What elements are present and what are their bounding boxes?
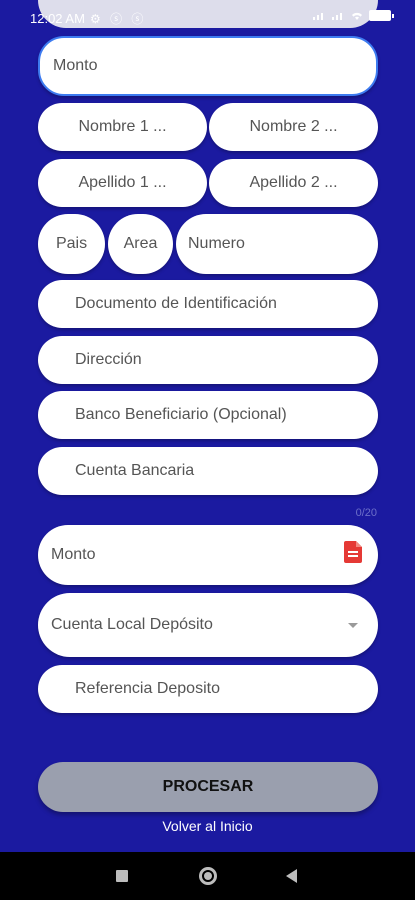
volver-inicio-link[interactable]: Volver al Inicio — [0, 818, 415, 834]
monto-top-input[interactable]: Monto — [38, 36, 378, 96]
apellido2-label: Apellido 2 ... — [249, 174, 338, 191]
system-nav-bar — [0, 852, 415, 900]
apellido1-input[interactable]: Apellido 1 ... — [38, 159, 207, 207]
pais-label: Pais — [55, 235, 88, 252]
area-input[interactable]: Area — [108, 214, 173, 274]
recents-icon[interactable] — [116, 870, 128, 882]
notification-icons: ⚙ ⓢ ⓢ — [90, 12, 147, 26]
nombre1-input[interactable]: Nombre 1 ... — [38, 103, 207, 151]
documento-label: Documento de Identificación — [75, 295, 277, 312]
home-icon[interactable] — [199, 867, 217, 885]
nombre2-input[interactable]: Nombre 2 ... — [209, 103, 378, 151]
wifi-icon — [352, 12, 362, 20]
battery-icon — [369, 10, 394, 21]
direccion-input[interactable]: Dirección — [38, 336, 378, 384]
monto-input[interactable]: Monto — [38, 525, 378, 585]
cuenta-local-select[interactable]: Cuenta Local Depósito — [38, 593, 378, 657]
banco-label: Banco Beneficiario (Opcional) — [75, 406, 287, 423]
signal-icon — [313, 13, 323, 20]
documento-input[interactable]: Documento de Identificación — [38, 280, 378, 328]
apellido2-input[interactable]: Apellido 2 ... — [209, 159, 378, 207]
monto-label: Monto — [51, 546, 96, 563]
character-counter: 0/20 — [355, 507, 377, 519]
procesar-button[interactable]: PROCESAR — [38, 762, 378, 812]
pais-input[interactable]: Pais — [38, 214, 105, 274]
document-icon[interactable] — [344, 541, 362, 563]
referencia-label: Referencia Deposito — [75, 680, 220, 697]
status-right-icons — [312, 10, 394, 21]
cuenta-bancaria-label: Cuenta Bancaria — [75, 462, 195, 479]
banco-input[interactable]: Banco Beneficiario (Opcional) — [38, 391, 378, 439]
monto-top-label: Monto — [53, 57, 98, 74]
cuenta-local-label: Cuenta Local Depósito — [51, 616, 213, 633]
numero-label: Numero — [188, 235, 245, 252]
direccion-label: Dirección — [75, 351, 142, 368]
dropdown-arrow-icon — [348, 623, 358, 628]
numero-input[interactable]: Numero — [176, 214, 378, 274]
apellido1-label: Apellido 1 ... — [78, 174, 167, 191]
cuenta-bancaria-input[interactable]: Cuenta Bancaria — [38, 447, 378, 495]
nombre2-label: Nombre 2 ... — [249, 118, 338, 135]
nombre1-label: Nombre 1 ... — [78, 118, 167, 135]
area-label: Area — [123, 235, 158, 252]
status-time: 12:02 AM — [30, 11, 85, 26]
referencia-input[interactable]: Referencia Deposito — [38, 665, 378, 713]
status-bar: 12:02 AM ⚙ ⓢ ⓢ — [0, 0, 415, 30]
signal-icon-2 — [332, 13, 342, 20]
back-icon[interactable] — [286, 869, 297, 883]
